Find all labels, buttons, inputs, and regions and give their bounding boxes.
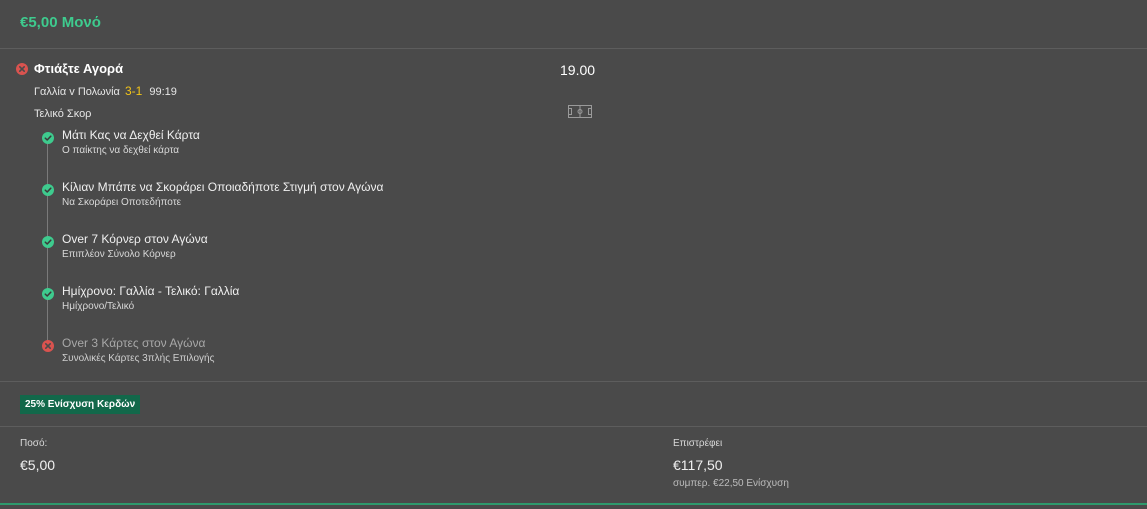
bet-odds: 19.00 — [560, 62, 596, 78]
check-circle-icon — [42, 132, 54, 144]
bet-leg: Over 3 Κάρτες στον Αγώνα Συνολικές Κάρτε… — [40, 336, 640, 376]
divider — [0, 381, 1147, 382]
leg-subtitle: Ο παίκτης να δεχθεί κάρτα — [62, 145, 180, 156]
bet-leg: Ημίχρονο: Γαλλία - Τελικό: Γαλλία Ημίχρο… — [40, 284, 640, 324]
returns-label: Επιστρέφει — [673, 438, 723, 449]
match-info: Γαλλία v Πολωνία 3-1 99:19 — [34, 84, 177, 98]
cross-circle-icon — [16, 63, 28, 75]
leg-title: Μάτι Κας να Δεχθεί Κάρτα — [62, 128, 200, 142]
cross-circle-icon — [42, 340, 54, 352]
bottom-accent-bar — [0, 503, 1147, 505]
leg-title: Κίλιαν Μπάπε να Σκοράρει Οποιαδήποτε Στι… — [62, 180, 384, 194]
bet-history-card: €5,00 Μονό Φτιάξτε Αγορά 19.00 Γαλλία v … — [0, 0, 1147, 509]
bet-summary-title: €5,00 Μονό — [20, 14, 101, 31]
match-teams: Γαλλία v Πολωνία — [34, 86, 120, 98]
bet-leg: Κίλιαν Μπάπε να Σκοράρει Οποιαδήποτε Στι… — [40, 180, 640, 220]
market-label: Τελικό Σκορ — [34, 108, 92, 120]
stake-label: Ποσό: — [20, 438, 48, 449]
leg-title: Ημίχρονο: Γαλλία - Τελικό: Γαλλία — [62, 284, 240, 298]
leg-subtitle: Ημίχρονο/Τελικό — [62, 301, 135, 312]
check-circle-icon — [42, 184, 54, 196]
bet-leg: Μάτι Κας να Δεχθεί Κάρτα Ο παίκτης να δε… — [40, 128, 640, 168]
football-pitch-icon[interactable] — [568, 105, 592, 118]
divider — [0, 426, 1147, 427]
leg-subtitle: Επιπλέον Σύνολο Κόρνερ — [62, 249, 176, 260]
leg-subtitle: Να Σκοράρει Οποτεδήποτε — [62, 197, 182, 208]
returns-boost-note: συμπερ. €22,50 Ενίσχυση — [673, 478, 789, 489]
stake-value: €5,00 — [20, 457, 56, 473]
check-circle-icon — [42, 236, 54, 248]
bet-details: Φτιάξτε Αγορά 19.00 Γαλλία v Πολωνία 3-1… — [0, 50, 1147, 381]
check-circle-icon — [42, 288, 54, 300]
profit-boost-badge: 25% Ενίσχυση Κερδών — [20, 395, 141, 414]
returns-value: €117,50 — [673, 457, 723, 473]
bet-header[interactable]: €5,00 Μονό — [0, 0, 1147, 49]
leg-title: Over 3 Κάρτες στον Αγώνα — [62, 336, 206, 350]
leg-subtitle: Συνολικές Κάρτες 3πλής Επιλογής — [62, 353, 215, 364]
leg-title: Over 7 Κόρνερ στον Αγώνα — [62, 232, 208, 246]
bet-leg: Over 7 Κόρνερ στον Αγώνα Επιπλέον Σύνολο… — [40, 232, 640, 272]
match-score: 3-1 — [124, 84, 143, 98]
match-time: 99:19 — [149, 86, 177, 98]
bet-title: Φτιάξτε Αγορά — [34, 61, 124, 76]
